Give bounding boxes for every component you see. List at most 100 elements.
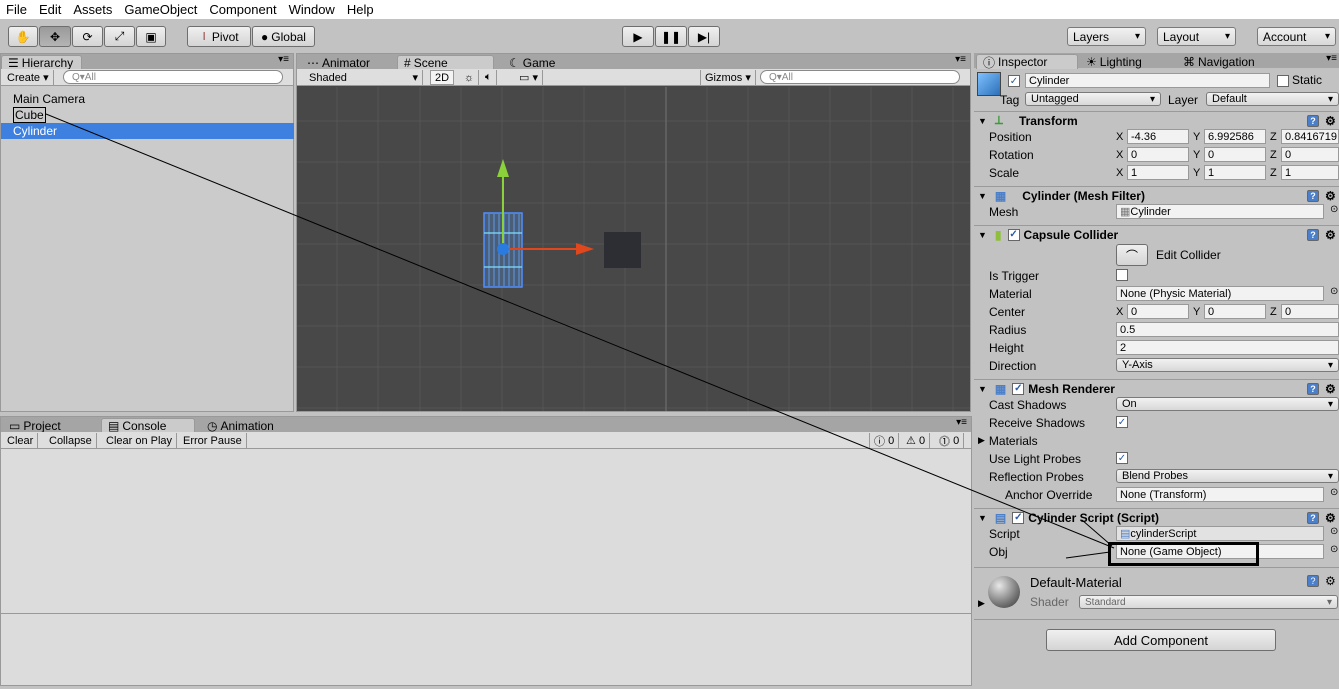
tab-lighting[interactable]: ☀ Lighting — [1080, 54, 1150, 69]
tag-dropdown[interactable]: Untagged — [1025, 92, 1161, 106]
menu-window[interactable]: Window — [283, 2, 341, 17]
object-picker-icon[interactable]: ⊙ — [1330, 204, 1338, 215]
create-dropdown[interactable]: Create ▾ — [3, 70, 54, 85]
panel-menu-icon[interactable]: ▾≡ — [956, 417, 967, 428]
cube-object[interactable] — [604, 232, 641, 268]
hierarchy-item-cylinder[interactable]: Cylinder — [1, 123, 294, 139]
hierarchy-search-input[interactable]: Q▾All — [63, 70, 283, 84]
mesh-field[interactable]: ▦ Cylinder — [1116, 204, 1324, 219]
warning-count-toggle[interactable]: ⚠ 0 — [902, 433, 931, 448]
center-z-field[interactable]: 0 — [1281, 304, 1339, 319]
scale-y-field[interactable]: 1 — [1204, 165, 1266, 180]
help-icon[interactable]: ? — [1307, 511, 1319, 524]
cast-shadows-dropdown[interactable]: On — [1116, 397, 1339, 411]
position-z-field[interactable]: 0.8416719 — [1281, 129, 1339, 144]
height-field[interactable]: 2 — [1116, 340, 1339, 355]
object-picker-icon[interactable]: ⊙ — [1330, 286, 1338, 297]
materials-foldout[interactable]: ▶ Materials — [978, 432, 1038, 449]
collider-enabled-checkbox[interactable]: ✓ — [1007, 228, 1020, 241]
receive-shadows-checkbox[interactable]: ✓ — [1116, 416, 1128, 428]
gear-icon[interactable]: ⚙ — [1325, 575, 1337, 587]
center-x-field[interactable]: 0 — [1127, 304, 1189, 319]
help-icon[interactable]: ? — [1307, 575, 1319, 587]
object-picker-icon[interactable]: ⊙ — [1330, 487, 1338, 498]
effects-dropdown[interactable]: ▭ ▾ — [515, 70, 543, 85]
step-button[interactable]: ▶| — [688, 26, 720, 47]
menu-gameobject[interactable]: GameObject — [118, 2, 203, 17]
light-probes-checkbox[interactable]: ✓ — [1116, 452, 1128, 464]
panel-menu-icon[interactable]: ▾≡ — [278, 54, 289, 65]
active-checkbox[interactable]: ✓ — [1008, 75, 1020, 87]
gear-icon[interactable]: ⚙ — [1325, 190, 1337, 202]
info-count-toggle[interactable]: ⓘ 0 — [869, 433, 900, 448]
script-enabled-checkbox[interactable]: ✓ — [1012, 511, 1025, 524]
pause-button[interactable]: ❚❚ — [655, 26, 687, 47]
tab-console[interactable]: ▤ Console — [101, 418, 195, 433]
tab-project[interactable]: ▭ Project — [3, 418, 69, 433]
rotation-y-field[interactable]: 0 — [1204, 147, 1266, 162]
transform-header[interactable]: ▼ ⟂ Transform ? ⚙ — [974, 111, 1339, 129]
foldout-arrow-icon[interactable]: ▶ — [978, 598, 985, 609]
object-picker-icon[interactable]: ⊙ — [1330, 526, 1338, 537]
tab-animation[interactable]: ◷ Animation — [201, 418, 282, 433]
tab-hierarchy[interactable]: ☰ Hierarchy — [1, 55, 83, 70]
gizmos-dropdown[interactable]: Gizmos ▾ — [700, 70, 756, 85]
hierarchy-item-cube[interactable]: Cube — [1, 107, 294, 123]
audio-toggle[interactable]: 🔈︎ — [481, 70, 497, 85]
shading-dropdown[interactable]: Shaded ▾ — [305, 70, 423, 85]
static-checkbox[interactable] — [1277, 75, 1289, 87]
position-x-field[interactable]: -4.36 — [1127, 129, 1189, 144]
menu-assets[interactable]: Assets — [67, 2, 118, 17]
rect-tool-button[interactable]: ▣ — [136, 26, 166, 47]
help-icon[interactable]: ? — [1307, 382, 1319, 395]
renderer-enabled-checkbox[interactable]: ✓ — [1012, 382, 1025, 395]
gear-icon[interactable]: ⚙ — [1325, 512, 1337, 524]
tab-scene[interactable]: # Scene — [397, 55, 494, 70]
layout-dropdown[interactable]: Layout — [1157, 27, 1236, 46]
panel-menu-icon[interactable]: ▾≡ — [955, 54, 966, 65]
pivot-toggle[interactable]: ⏽ Pivot — [187, 26, 251, 47]
shader-dropdown[interactable]: Standard — [1079, 595, 1338, 609]
panel-menu-icon[interactable]: ▾≡ — [1326, 53, 1337, 64]
gear-icon[interactable]: ⚙ — [1325, 383, 1337, 395]
layers-dropdown[interactable]: Layers — [1067, 27, 1146, 46]
layer-dropdown[interactable]: Default — [1206, 92, 1339, 106]
rotation-x-field[interactable]: 0 — [1127, 147, 1189, 162]
object-name-field[interactable]: Cylinder — [1025, 73, 1270, 88]
direction-dropdown[interactable]: Y-Axis — [1116, 358, 1339, 372]
move-tool-button[interactable]: ✥ — [39, 26, 71, 47]
object-picker-icon[interactable]: ⊙ — [1330, 544, 1338, 555]
center-y-field[interactable]: 0 — [1204, 304, 1266, 319]
mesh-filter-header[interactable]: ▼ ▦ Cylinder (Mesh Filter) ? ⚙ — [974, 186, 1339, 204]
scale-z-field[interactable]: 1 — [1281, 165, 1339, 180]
tab-inspector[interactable]: ⓘ Inspector — [976, 54, 1078, 70]
menu-component[interactable]: Component — [203, 2, 282, 17]
lighting-toggle[interactable]: ☼ — [460, 70, 480, 85]
help-icon[interactable]: ? — [1307, 228, 1319, 241]
position-y-field[interactable]: 6.992586 — [1204, 129, 1266, 144]
scene-viewport[interactable] — [297, 87, 970, 411]
gear-icon[interactable]: ⚙ — [1325, 229, 1337, 241]
rotation-z-field[interactable]: 0 — [1281, 147, 1339, 162]
cylinder-script-header[interactable]: ▼ ▤ ✓ Cylinder Script (Script) ? ⚙ — [974, 508, 1339, 526]
clear-button[interactable]: Clear — [3, 433, 39, 448]
scale-tool-button[interactable]: ⤢ — [104, 26, 135, 47]
error-count-toggle[interactable]: ⓵ 0 — [935, 433, 965, 448]
capsule-collider-header[interactable]: ▼ ▮ ✓ Capsule Collider ? ⚙ — [974, 225, 1339, 243]
add-component-button[interactable]: Add Component — [1046, 629, 1276, 651]
menu-help[interactable]: Help — [341, 2, 380, 17]
menu-edit[interactable]: Edit — [33, 2, 67, 17]
hierarchy-item-main-camera[interactable]: Main Camera — [1, 91, 294, 107]
tab-game[interactable]: ☾ Game — [503, 55, 563, 70]
menu-file[interactable]: File — [0, 2, 33, 17]
help-icon[interactable]: ? — [1307, 189, 1319, 202]
rotate-tool-button[interactable]: ⟳ — [72, 26, 103, 47]
global-toggle[interactable]: ● Global — [252, 26, 315, 47]
scene-search-input[interactable]: Q▾All — [760, 70, 960, 84]
2d-toggle[interactable]: 2D — [430, 70, 454, 85]
physic-material-field[interactable]: None (Physic Material) — [1116, 286, 1324, 301]
scale-x-field[interactable]: 1 — [1127, 165, 1189, 180]
gear-icon[interactable]: ⚙ — [1325, 115, 1337, 127]
tab-navigation[interactable]: ⌘ Navigation — [1177, 54, 1263, 69]
is-trigger-checkbox[interactable] — [1116, 269, 1128, 281]
